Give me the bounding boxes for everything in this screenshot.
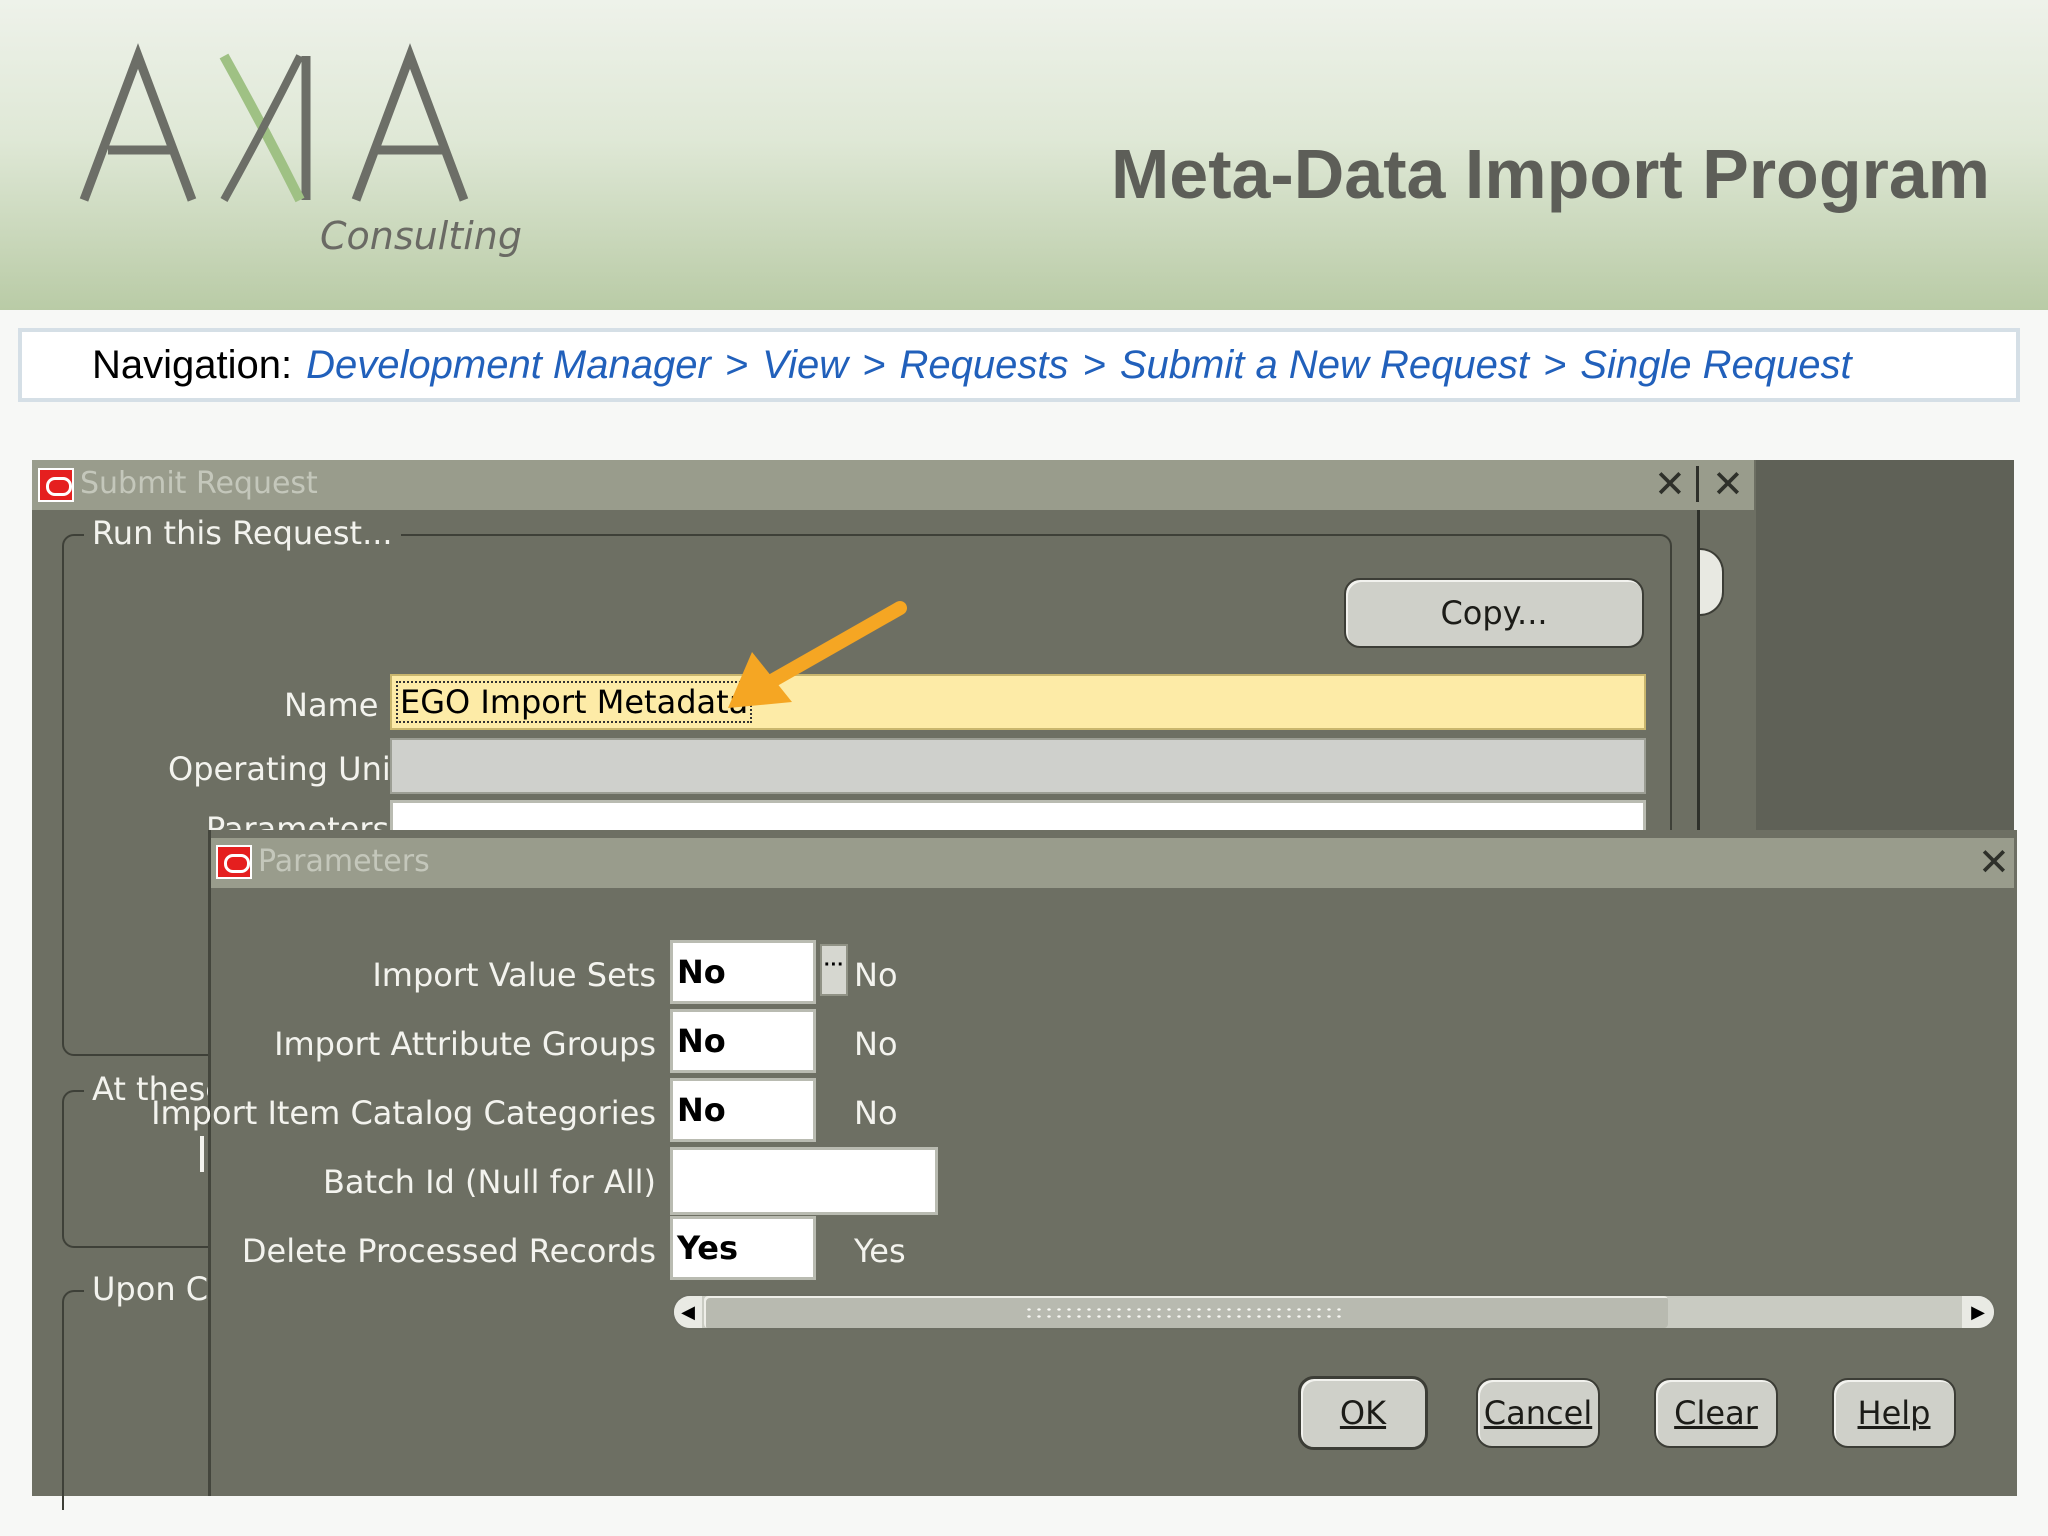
- name-label: Name: [284, 686, 379, 724]
- background-panel: [1756, 460, 2014, 832]
- nav-item-requests[interactable]: Requests: [900, 343, 1069, 388]
- help-button[interactable]: Help: [1832, 1378, 1956, 1448]
- scrollbar-thumb[interactable]: [704, 1296, 1668, 1328]
- nav-item-development-manager[interactable]: Development Manager: [306, 343, 711, 388]
- oracle-icon: [38, 468, 74, 502]
- parameters-titlebar: [211, 838, 2014, 888]
- param-label-import-attribute-groups: Import Attribute Groups: [274, 1025, 656, 1063]
- cancel-button[interactable]: Cancel: [1476, 1378, 1600, 1448]
- annotation-arrow-icon: [728, 601, 907, 708]
- close-icon[interactable]: ✕: [1978, 842, 2010, 882]
- truncated-label: [200, 1136, 204, 1172]
- name-field-value: EGO Import Metadata: [396, 681, 753, 723]
- param-label-import-value-sets: Import Value Sets: [372, 956, 656, 994]
- param-desc-import-attribute-groups: No: [854, 1025, 898, 1063]
- scroll-left-icon[interactable]: ◀: [674, 1296, 702, 1328]
- close-icon[interactable]: ✕: [1712, 464, 1744, 504]
- slide-title: Meta-Data Import Program: [1110, 135, 1990, 213]
- navigation-breadcrumb: Navigation: Development Manager > View >…: [18, 328, 2020, 402]
- titlebar-divider: [1696, 466, 1699, 502]
- nav-item-single-request[interactable]: Single Request: [1580, 343, 1851, 388]
- param-label-delete-processed-records: Delete Processed Records: [241, 1232, 656, 1270]
- parameters-field[interactable]: [390, 800, 1646, 832]
- ok-button[interactable]: OK: [1298, 1376, 1428, 1450]
- param-desc-delete-processed-records: Yes: [854, 1232, 906, 1270]
- nav-item-view[interactable]: View: [762, 343, 848, 388]
- param-label-import-item-catalog-categories: Import Item Catalog Categories: [151, 1094, 656, 1132]
- navigation-prefix: Navigation:: [92, 342, 293, 387]
- copy-button[interactable]: Copy...: [1344, 578, 1644, 648]
- param-field-batch-id[interactable]: [670, 1147, 938, 1215]
- param-label-batch-id: Batch Id (Null for All): [322, 1163, 656, 1201]
- run-request-group-title: Run this Request...: [84, 514, 401, 552]
- nav-separator: >: [1082, 342, 1106, 387]
- nav-separator: >: [724, 342, 749, 387]
- parameters-title: Parameters: [258, 844, 430, 879]
- parameters-label: Parameters: [206, 810, 390, 832]
- scrollbar-grip: [1024, 1306, 1344, 1318]
- close-icon[interactable]: ✕: [1654, 464, 1686, 504]
- param-field-import-value-sets[interactable]: No: [670, 940, 816, 1004]
- logo-tagline: Consulting: [320, 214, 522, 258]
- param-field-import-item-catalog-categories[interactable]: No: [670, 1078, 816, 1142]
- list-of-values-button[interactable]: ···: [820, 944, 848, 996]
- submit-request-title: Submit Request: [80, 466, 318, 501]
- param-desc-import-item-catalog-categories: No: [854, 1094, 898, 1132]
- name-field[interactable]: EGO Import Metadata: [390, 674, 1646, 730]
- nav-separator: >: [862, 342, 886, 387]
- operating-unit-field[interactable]: [390, 738, 1646, 794]
- scroll-right-icon[interactable]: ▶: [1962, 1296, 1994, 1328]
- operating-unit-label: Operating Unit: [168, 750, 404, 788]
- param-field-import-attribute-groups[interactable]: No: [670, 1009, 816, 1073]
- param-desc-import-value-sets: No: [854, 956, 898, 994]
- nav-separator: >: [1542, 342, 1567, 387]
- clear-button[interactable]: Clear: [1654, 1378, 1778, 1448]
- oracle-icon: [216, 845, 252, 879]
- nav-item-submit-new-request[interactable]: Submit a New Request: [1120, 343, 1529, 388]
- param-field-delete-processed-records[interactable]: Yes: [670, 1216, 816, 1280]
- slide-header: Consulting Meta-Data Import Program: [0, 0, 2048, 310]
